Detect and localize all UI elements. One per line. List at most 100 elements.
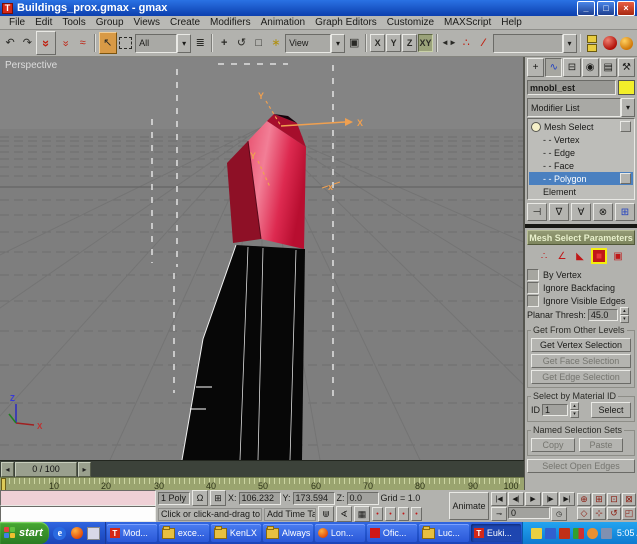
redo-icon[interactable]: ↷: [19, 33, 35, 53]
pin-stack-icon[interactable]: ⊣: [527, 203, 547, 221]
time-config-icon[interactable]: ◷: [551, 507, 567, 521]
taskbar-task-folder-3[interactable]: Always: [263, 524, 313, 542]
zoom-extents-icon[interactable]: ⊡: [607, 493, 621, 506]
taskbar-task-firefox[interactable]: Lon...: [315, 524, 365, 542]
rotate-icon[interactable]: ↺: [233, 33, 249, 53]
field-of-view-icon[interactable]: ◇: [577, 507, 591, 520]
make-unique-icon[interactable]: ∀: [571, 203, 591, 221]
key-mode-icon[interactable]: ⊸: [491, 507, 507, 521]
time-back-icon[interactable]: ◂: [1, 462, 14, 477]
y-coord-field[interactable]: 173.594: [293, 492, 335, 505]
firefox-icon[interactable]: [70, 526, 84, 540]
zoom-extents-all-icon[interactable]: ⊠: [622, 493, 636, 506]
get-edge-selection-button[interactable]: Get Edge Selection: [531, 370, 631, 384]
select-object-icon[interactable]: ↖: [99, 32, 117, 54]
schematic-view-icon[interactable]: [584, 33, 600, 53]
current-frame-field[interactable]: 0: [508, 507, 550, 519]
add-time-tag[interactable]: Add Time Tag: [264, 508, 316, 521]
unlink-selection-icon[interactable]: »: [57, 33, 73, 53]
material-id-field[interactable]: 1: [542, 404, 568, 416]
polygon-subobject-icon[interactable]: ■: [591, 248, 607, 264]
restrict-x-button[interactable]: X: [370, 34, 385, 52]
menu-help[interactable]: Help: [496, 17, 527, 28]
quick-app-icon[interactable]: [87, 526, 101, 540]
ignore-backfacing-checkbox[interactable]: [527, 282, 539, 294]
stack-item-edge[interactable]: - - Edge: [529, 146, 633, 159]
material-id-spinner[interactable]: ▴ ▾: [570, 402, 579, 418]
stack-item-face[interactable]: - - Face: [529, 159, 633, 172]
next-frame-icon[interactable]: |▶: [542, 492, 558, 506]
restrict-z-button[interactable]: Z: [402, 34, 417, 52]
taskbar-clock[interactable]: 5:05 AM: [617, 528, 637, 538]
copy-button[interactable]: Copy: [531, 438, 575, 452]
paste-button[interactable]: Paste: [579, 438, 623, 452]
select-and-link-icon[interactable]: »: [36, 31, 56, 55]
time-forward-icon[interactable]: ▸: [78, 462, 91, 477]
ie-icon[interactable]: e: [53, 526, 67, 540]
face-subobject-icon[interactable]: ◣: [573, 249, 587, 263]
rollout-header[interactable]: Mesh Select Parameters: [527, 230, 635, 245]
snap-option-icon[interactable]: •: [411, 507, 422, 521]
snap-option-icon[interactable]: •: [398, 507, 409, 521]
taskbar-task-app[interactable]: Ofic...: [367, 524, 417, 542]
remove-modifier-icon[interactable]: ⊗: [593, 203, 613, 221]
menu-graph-editors[interactable]: Graph Editors: [310, 17, 382, 28]
tab-utilities[interactable]: ⚒: [618, 58, 635, 77]
go-to-end-icon[interactable]: ▶|: [559, 492, 575, 506]
menu-animation[interactable]: Animation: [256, 17, 310, 28]
taskbar-task-folder-4[interactable]: Luc...: [419, 524, 469, 542]
ignore-visible-edges-checkbox[interactable]: [527, 295, 539, 307]
spinner-up-icon[interactable]: ▴: [570, 402, 579, 410]
track-bar[interactable]: 10 20 30 40 50 60 70 80 90 100: [0, 477, 524, 490]
menu-tools[interactable]: Tools: [57, 17, 90, 28]
configure-modifier-sets-icon[interactable]: ⊞: [615, 203, 635, 221]
chevron-down-icon[interactable]: ▾: [621, 98, 635, 117]
close-button[interactable]: ×: [617, 1, 635, 16]
listener-line[interactable]: [0, 506, 156, 522]
menu-maxscript[interactable]: MAXScript: [439, 17, 496, 28]
edge-subobject-icon[interactable]: ∠: [555, 249, 569, 263]
snap-pencil-icon[interactable]: ⁄: [475, 33, 491, 53]
angle-snap-icon[interactable]: ∢: [336, 506, 352, 522]
restrict-y-button[interactable]: Y: [386, 34, 401, 52]
menu-create[interactable]: Create: [165, 17, 205, 28]
menu-group[interactable]: Group: [91, 17, 129, 28]
modifier-toggle-box[interactable]: [620, 173, 631, 184]
object-name-field[interactable]: mnobl_est: [527, 80, 616, 95]
pan-icon[interactable]: ⊹: [592, 507, 606, 520]
restrict-xy-button[interactable]: XY: [418, 34, 433, 52]
stack-item-mesh-select[interactable]: Mesh Select: [529, 120, 633, 133]
play-icon[interactable]: ▶: [525, 492, 541, 506]
tab-motion[interactable]: ◉: [582, 58, 599, 77]
chevron-down-icon[interactable]: ▾: [331, 34, 345, 53]
get-face-selection-button[interactable]: Get Face Selection: [531, 354, 631, 368]
x-coord-field[interactable]: 106.232: [239, 492, 281, 505]
taskbar-task-gmax-active[interactable]: T Euki...: [471, 524, 521, 542]
render-icon[interactable]: [619, 33, 635, 53]
snap-option-icon[interactable]: •: [385, 507, 396, 521]
taskbar-task-folder-2[interactable]: KenLX: [211, 524, 261, 542]
spinner-down-icon[interactable]: ▾: [620, 315, 629, 323]
planar-threshold-spinner[interactable]: ▴ ▾: [620, 307, 629, 323]
chevron-down-icon[interactable]: ▾: [563, 34, 577, 53]
element-subobject-icon[interactable]: ▣: [611, 249, 625, 263]
named-sets-dropdown[interactable]: ▾: [493, 35, 577, 52]
object-color-swatch[interactable]: [618, 80, 635, 95]
minimize-button[interactable]: _: [577, 1, 595, 16]
planar-threshold-field[interactable]: 45.0: [588, 309, 618, 321]
trackbar-frame-marker[interactable]: [1, 478, 6, 490]
undo-icon[interactable]: ↶: [2, 33, 18, 53]
tray-icon-4[interactable]: [573, 528, 584, 539]
show-end-result-icon[interactable]: ∇: [549, 203, 569, 221]
tray-icon-1[interactable]: [531, 528, 542, 539]
tray-icon-6[interactable]: [601, 528, 612, 539]
align-icon[interactable]: ∴: [458, 33, 474, 53]
selection-region-icon[interactable]: [118, 33, 134, 53]
select-by-name-icon[interactable]: ≣: [192, 33, 208, 53]
tab-create[interactable]: +: [527, 58, 544, 77]
bulb-icon[interactable]: [531, 122, 541, 132]
taskbar-task-gmax-1[interactable]: T Mod...: [107, 524, 157, 542]
menu-customize[interactable]: Customize: [382, 17, 439, 28]
percent-snap-icon[interactable]: ▦: [354, 506, 370, 522]
tray-icon-2[interactable]: [545, 528, 556, 539]
